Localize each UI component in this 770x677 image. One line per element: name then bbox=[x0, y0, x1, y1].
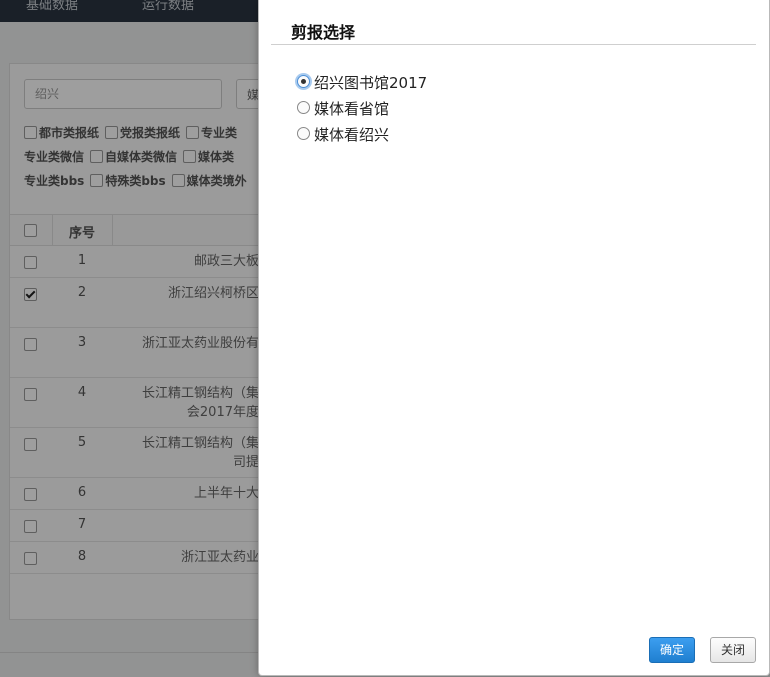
radio-button[interactable] bbox=[297, 127, 310, 140]
dialog-divider bbox=[271, 44, 756, 45]
close-button[interactable]: 关闭 bbox=[710, 637, 756, 663]
option-label: 媒体看省馆 bbox=[314, 100, 390, 118]
clipping-options: 绍兴图书馆2017 媒体看省馆 媒体看绍兴 bbox=[297, 72, 427, 150]
radio-button[interactable] bbox=[297, 75, 310, 88]
option-label: 媒体看绍兴 bbox=[314, 126, 390, 144]
clipping-select-dialog: 剪报选择 绍兴图书馆2017 媒体看省馆 媒体看绍兴 确定 关闭 bbox=[258, 0, 770, 676]
clipping-option-media-shaoxing[interactable]: 媒体看绍兴 bbox=[297, 124, 427, 150]
radio-button[interactable] bbox=[297, 101, 310, 114]
clipping-option-media-province-library[interactable]: 媒体看省馆 bbox=[297, 98, 427, 124]
option-label: 绍兴图书馆2017 bbox=[314, 74, 428, 92]
clipping-option-shaoxing-library-2017[interactable]: 绍兴图书馆2017 bbox=[297, 72, 427, 98]
dialog-title: 剪报选择 bbox=[291, 23, 356, 42]
confirm-button[interactable]: 确定 bbox=[649, 637, 695, 663]
